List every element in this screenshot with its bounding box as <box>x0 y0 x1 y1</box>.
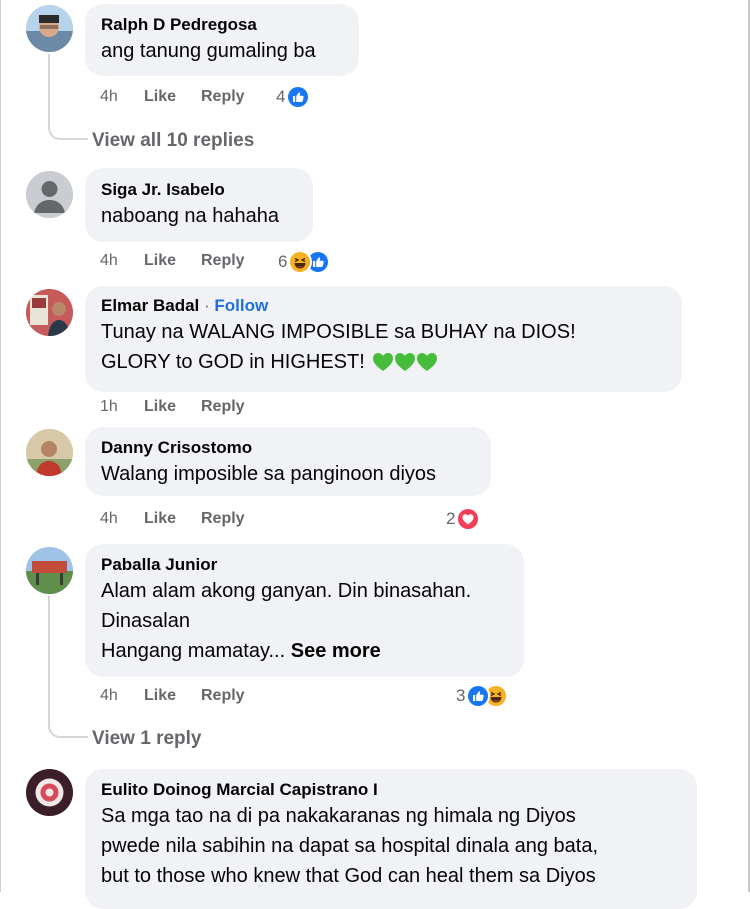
comment-bubble: Danny Crisostomo Walang imposible sa pan… <box>85 427 491 496</box>
view-all-replies-link[interactable]: View all 10 replies <box>92 130 254 152</box>
see-more-link[interactable]: See more <box>291 640 381 662</box>
avatar[interactable] <box>26 769 73 816</box>
comment-author[interactable]: Eulito Doinog Marcial Capistrano I <box>101 779 681 801</box>
comment-bubble: Elmar Badal · Follow Tunay na WALANG IMP… <box>85 286 682 392</box>
comment-text: Sa mga tao na di pa nakakaranas ng himal… <box>101 805 576 827</box>
comment-author[interactable]: Danny Crisostomo <box>101 437 475 459</box>
avatar[interactable] <box>26 547 73 594</box>
comment-text-line-3: Hangang mamatay... See more <box>101 636 508 666</box>
comment-text: Walang imposible sa panginoon diyos <box>101 463 437 485</box>
comment-text: but to those who knew that God can heal … <box>101 865 596 887</box>
reply-thread-curve <box>48 120 88 140</box>
comment-text: Tunay na WALANG IMPOSIBLE sa BUHAY na DI… <box>101 321 576 343</box>
comment-time[interactable]: 4h <box>100 88 118 106</box>
separator-dot: · <box>204 296 210 315</box>
reaction-summary[interactable]: 3 <box>456 684 509 708</box>
comment-time[interactable]: 4h <box>100 252 118 270</box>
like-button[interactable]: Like <box>144 687 176 705</box>
comment-text: naboang na hahaha <box>101 205 279 227</box>
haha-icon <box>288 250 313 274</box>
reaction-count: 3 <box>456 686 466 705</box>
comment-text: pwede nila sabihin na dapat sa hospital … <box>101 835 599 857</box>
reply-button[interactable]: Reply <box>201 510 245 528</box>
comment-author[interactable]: Ralph D Pedregosa <box>101 14 343 36</box>
like-button[interactable]: Like <box>144 252 176 270</box>
comment-author-name[interactable]: Elmar Badal <box>101 296 199 315</box>
reply-thread-line <box>48 54 50 120</box>
like-icon <box>466 684 491 708</box>
frame-border-left <box>0 0 1 892</box>
comment-text: Dinasalan <box>101 610 190 632</box>
green-heart-icon <box>373 353 394 371</box>
reply-thread-curve <box>48 718 88 738</box>
follow-button[interactable]: Follow <box>214 296 268 315</box>
reaction-count: 6 <box>278 252 288 271</box>
reply-button[interactable]: Reply <box>201 88 245 106</box>
comment-text: ang tanung gumaling ba <box>101 40 316 62</box>
emoji-group <box>372 352 438 372</box>
like-button[interactable]: Like <box>144 88 176 106</box>
like-icon <box>286 85 311 109</box>
comment-author: Elmar Badal · Follow <box>101 295 666 317</box>
comment-bubble: Eulito Doinog Marcial Capistrano I Sa mg… <box>85 769 697 909</box>
comment-text: GLORY to GOD in HIGHEST! <box>101 351 365 373</box>
reply-button[interactable]: Reply <box>201 252 245 270</box>
like-button[interactable]: Like <box>144 398 176 416</box>
love-icon <box>456 507 481 531</box>
reply-button[interactable]: Reply <box>201 398 245 416</box>
reaction-count: 2 <box>446 509 456 528</box>
comment-time[interactable]: 4h <box>100 687 118 705</box>
comment-time[interactable]: 4h <box>100 510 118 528</box>
reaction-summary[interactable]: 6 <box>278 250 331 274</box>
like-button[interactable]: Like <box>144 510 176 528</box>
comment-author[interactable]: Paballa Junior <box>101 554 508 576</box>
comment-text: Hangang mamatay... <box>101 640 286 662</box>
green-heart-icon <box>417 353 438 371</box>
avatar[interactable] <box>26 171 73 218</box>
avatar[interactable] <box>26 289 73 336</box>
reaction-count: 4 <box>276 87 286 106</box>
comment-bubble: Siga Jr. Isabelo naboang na hahaha <box>85 168 313 242</box>
green-heart-icon <box>395 353 416 371</box>
comment-bubble: Paballa Junior Alam alam akong ganyan. D… <box>85 544 524 677</box>
avatar[interactable] <box>26 429 73 476</box>
comment-text-line-2: GLORY to GOD in HIGHEST! <box>101 347 666 377</box>
comment-author[interactable]: Siga Jr. Isabelo <box>101 179 297 201</box>
reaction-summary[interactable]: 2 <box>446 507 481 531</box>
view-replies-link[interactable]: View 1 reply <box>92 728 202 750</box>
avatar[interactable] <box>26 5 73 52</box>
comment-text: Alam alam akong ganyan. Din binasahan. <box>101 580 472 602</box>
reaction-summary[interactable]: 4 <box>276 85 311 109</box>
reply-thread-line <box>48 596 50 718</box>
reply-button[interactable]: Reply <box>201 687 245 705</box>
comment-bubble: Ralph D Pedregosa ang tanung gumaling ba <box>85 4 359 76</box>
comment-time[interactable]: 1h <box>100 398 118 416</box>
